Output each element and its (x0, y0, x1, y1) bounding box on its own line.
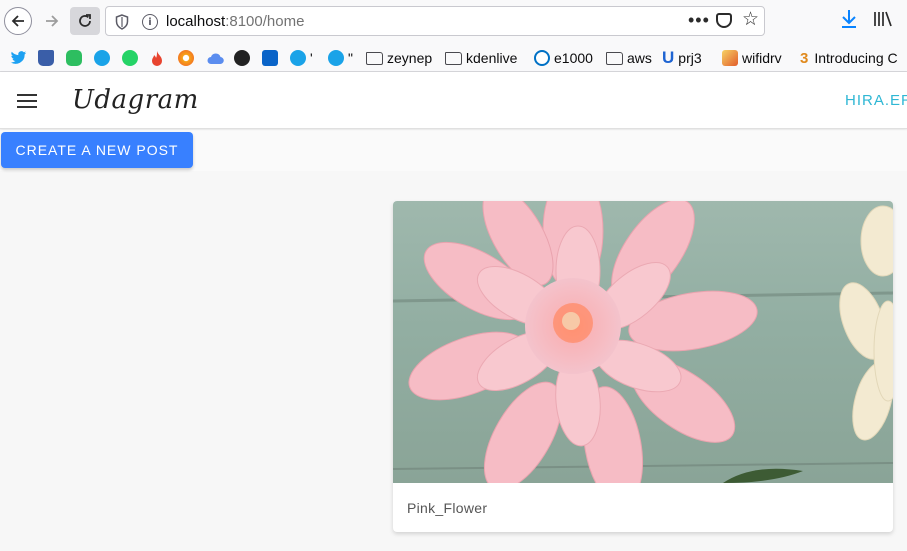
bookmark-github[interactable] (234, 48, 254, 68)
folder-icon (445, 51, 462, 65)
bip-icon (94, 50, 110, 66)
bookmark-grafana[interactable] (178, 48, 198, 68)
back-button[interactable] (4, 7, 32, 35)
bookmark-twitter[interactable] (10, 48, 27, 68)
bookmark-label: e1000 (554, 50, 593, 66)
url-bar[interactable]: i localhost:8100/home ••• ☆ (105, 6, 765, 36)
url-path: :8100/home (225, 13, 305, 30)
bookmark-bip-3[interactable]: " (328, 48, 353, 68)
bookmark-folder-kdenlive[interactable]: kdenlive (445, 48, 517, 68)
bip-icon (290, 50, 306, 66)
menu-icon[interactable] (17, 94, 37, 108)
bookmark-folder-zeynep[interactable]: zeynep (366, 48, 432, 68)
reload-button[interactable] (70, 7, 100, 35)
bookmark-folder-aws[interactable]: aws (606, 48, 652, 68)
pocket-icon[interactable] (716, 13, 732, 28)
bookmark-evernote[interactable] (66, 48, 86, 68)
user-name-link[interactable]: HIRA.ER (845, 92, 907, 109)
bookmark-cup[interactable] (38, 48, 58, 68)
github-icon (234, 50, 250, 66)
feed-item-caption: Pink_Flower (407, 500, 488, 516)
bookmark-star-icon[interactable]: ☆ (742, 8, 759, 31)
create-post-button[interactable]: CREATE A NEW POST (1, 132, 193, 168)
pink-flower-photo (393, 201, 893, 483)
twitter-icon (10, 51, 27, 64)
app-title: Udagram (72, 85, 199, 115)
info-icon[interactable]: i (142, 14, 158, 30)
intel-icon (534, 50, 550, 66)
forward-button[interactable] (38, 7, 66, 35)
bookmark-label: kdenlive (466, 50, 518, 66)
bookmark-whatsapp[interactable] (122, 48, 142, 68)
back-arrow-icon (11, 15, 24, 27)
notepad-icon (722, 50, 738, 66)
bookmark-label: Introducing C (814, 50, 898, 66)
bookmark-wifidrv[interactable]: wifidrv (722, 48, 782, 68)
ebook-icon: 3 (800, 49, 809, 67)
url-text[interactable]: localhost:8100/home (166, 13, 304, 30)
library-icon[interactable] (873, 10, 893, 32)
cup-icon (38, 50, 54, 66)
bookmark-label: wifidrv (742, 50, 782, 66)
bookmark-introducing[interactable]: 3 Introducing C (800, 48, 898, 68)
evernote-icon (66, 50, 82, 66)
bookmark-bip-1[interactable] (94, 48, 114, 68)
bookmark-e1000[interactable]: e1000 (534, 48, 593, 68)
bookmark-label: aws (627, 50, 652, 66)
download-icon[interactable] (840, 9, 860, 33)
bookmark-prj3[interactable]: U prj3 (662, 48, 702, 68)
forward-arrow-icon (46, 15, 59, 27)
reload-icon (79, 14, 91, 27)
whatsapp-icon (122, 50, 138, 66)
flame-icon (152, 50, 162, 66)
folder-icon (366, 51, 383, 65)
page-actions-icon[interactable]: ••• (688, 10, 710, 31)
bookmark-label: ' (310, 50, 313, 66)
bip-icon (328, 50, 344, 66)
bookmark-label: " (348, 50, 353, 66)
bookmark-label: zeynep (387, 50, 433, 66)
bookmarks-toolbar: ' " zeynep kdenlive e1000 aws U prj3 wif… (0, 43, 907, 72)
browser-toolbar: i localhost:8100/home ••• ☆ (0, 0, 907, 43)
bookmark-outlook[interactable] (262, 48, 282, 68)
u-icon: U (662, 48, 675, 67)
bookmark-flame[interactable] (150, 48, 164, 68)
shield-icon[interactable] (115, 14, 129, 30)
cloud-icon (207, 53, 224, 65)
outlook-icon (262, 50, 278, 66)
bookmark-bip-2[interactable]: ' (290, 48, 313, 68)
folder-icon (606, 51, 623, 65)
bookmark-label: prj3 (678, 50, 702, 66)
bookmark-cloud[interactable] (206, 48, 224, 68)
grafana-icon (178, 50, 194, 66)
feed-item-card[interactable]: Pink_Flower (393, 201, 893, 532)
url-host: localhost (166, 13, 226, 30)
